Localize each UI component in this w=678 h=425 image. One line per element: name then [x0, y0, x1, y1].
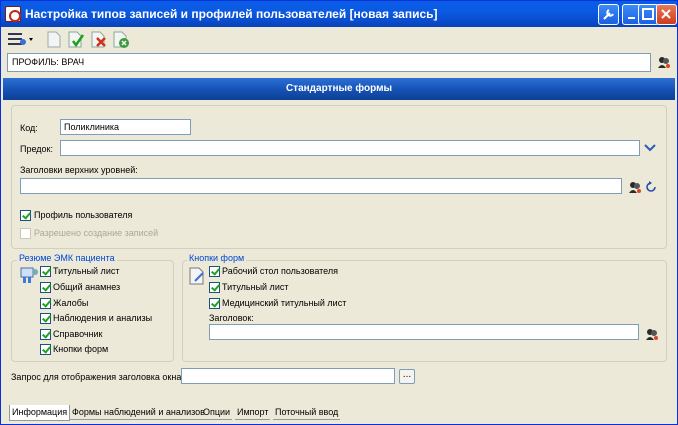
close-icon — [661, 9, 671, 19]
form-button-checkbox-1[interactable] — [209, 282, 220, 293]
window-title: Настройка типов записей и профилей польз… — [25, 7, 438, 21]
emk-item-checkbox-0[interactable] — [40, 266, 51, 277]
tab-bar: Информация Формы наблюдений и анализов О… — [1, 405, 677, 425]
app-icon[interactable] — [5, 6, 21, 22]
form-buttons-legend: Кнопки форм — [187, 253, 247, 263]
header-input[interactable] — [209, 324, 639, 340]
tab-observation-forms[interactable]: Формы наблюдений и анализов — [70, 405, 207, 420]
delete-button[interactable] — [89, 30, 109, 49]
help-button[interactable] — [598, 4, 619, 25]
save-button[interactable] — [66, 30, 86, 49]
close-doc-icon — [113, 31, 129, 48]
close-button[interactable] — [656, 4, 677, 25]
user-profile-label: Профиль пользователя — [34, 210, 133, 220]
query-browse-button[interactable]: ... — [399, 369, 415, 384]
headers-refresh-button[interactable] — [644, 180, 658, 194]
delete-icon — [91, 31, 106, 48]
emk-item-checkbox-5[interactable] — [40, 344, 51, 355]
section-banner: Стандартные формы — [3, 78, 675, 100]
tab-stream-input[interactable]: Поточный ввод — [273, 405, 341, 420]
new-document-button[interactable] — [44, 30, 64, 49]
emk-item-label: Общий анамнез — [53, 282, 121, 292]
emk-item-label: Жалобы — [53, 298, 89, 308]
query-label: Запрос для отображения заголовка окна: — [11, 372, 184, 382]
parent-input[interactable] — [60, 140, 640, 156]
profile-lookup-button[interactable] — [657, 55, 671, 69]
tab-options[interactable]: Опции — [201, 405, 233, 420]
user-profile-checkbox[interactable] — [20, 210, 31, 221]
menu-icon — [8, 33, 33, 45]
emk-item-checkbox-1[interactable] — [40, 282, 51, 293]
wrench-icon — [603, 9, 614, 20]
form-button-label: Медицинский титульный лист — [222, 298, 347, 308]
users-icon — [658, 57, 670, 68]
tab-import[interactable]: Импорт — [235, 405, 271, 420]
header-lookup-button[interactable] — [645, 327, 659, 341]
users-icon — [646, 329, 658, 340]
profile-input[interactable]: ПРОФИЛЬ: ВРАЧ — [7, 53, 651, 72]
emk-summary-legend: Резюме ЭМК пациента — [17, 253, 117, 263]
save-check-icon — [68, 31, 85, 48]
emk-item-label: Титульный лист — [53, 266, 120, 276]
emk-item-checkbox-2[interactable] — [40, 298, 51, 309]
close-document-button[interactable] — [111, 30, 131, 49]
headers-input[interactable] — [20, 178, 622, 194]
patient-record-icon — [20, 267, 38, 283]
refresh-icon — [646, 181, 656, 192]
query-input[interactable] — [181, 368, 395, 384]
form-button-label: Рабочий стол пользователя — [222, 266, 338, 276]
form-button-checkbox-2[interactable] — [209, 298, 220, 309]
toolbar — [1, 28, 677, 50]
allow-create-checkbox[interactable] — [20, 228, 31, 239]
chevron-down-icon — [644, 144, 656, 152]
main-window: Настройка типов записей и профилей польз… — [0, 0, 678, 425]
code-label: Код: — [20, 123, 38, 133]
document-icon — [47, 31, 61, 48]
allow-create-label: Разрешено создание записей — [34, 228, 159, 238]
form-button-label: Титульный лист — [222, 282, 289, 292]
tab-information[interactable]: Информация — [9, 405, 71, 421]
emk-item-checkbox-4[interactable] — [40, 329, 51, 340]
parent-label: Предок: — [20, 144, 53, 154]
headers-label: Заголовки верхних уровней: — [20, 165, 138, 175]
parent-dropdown-button[interactable] — [643, 143, 657, 153]
emk-item-label: Справочник — [53, 329, 103, 339]
emk-item-label: Кнопки форм — [53, 344, 109, 354]
title-bar[interactable]: Настройка типов записей и профилей польз… — [1, 1, 677, 27]
users-icon — [629, 182, 641, 193]
emk-item-label: Наблюдения и анализы — [53, 313, 153, 323]
form-button-checkbox-0[interactable] — [209, 266, 220, 277]
header-label: Заголовок: — [209, 313, 254, 323]
emk-item-checkbox-3[interactable] — [40, 313, 51, 324]
headers-lookup-button[interactable] — [628, 180, 642, 194]
menu-tool-button[interactable] — [6, 30, 34, 49]
emk-summary-icon — [19, 266, 39, 284]
code-input[interactable]: Поликлиника — [60, 119, 191, 135]
form-edit-icon — [189, 267, 204, 285]
form-buttons-icon — [188, 266, 206, 286]
